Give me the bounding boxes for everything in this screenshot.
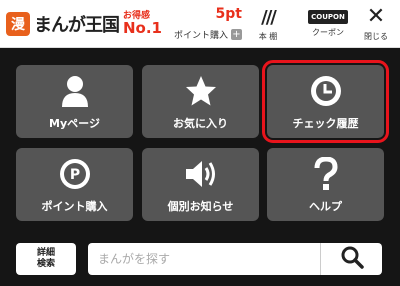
menu-overlay: Myページ お気に入り チェック履歴 P ポイント購入 個別お知らせ ヘルプ 詳… (0, 48, 400, 286)
person-icon (57, 73, 93, 109)
menu-tile-mypage[interactable]: Myページ (16, 65, 133, 138)
search-icon (340, 245, 364, 273)
points-buy-label: ポイント購入 (173, 31, 228, 41)
logo-text: まんが王国 (34, 15, 120, 36)
menu-tile-help[interactable]: ヘルプ (267, 148, 384, 221)
plus-icon: + (231, 29, 242, 40)
points-value: 5pt (215, 6, 242, 22)
search-input[interactable] (88, 243, 320, 275)
points-area: 5pt ポイント購入 + (166, 6, 242, 41)
menu-tile-label: お気に入り (173, 116, 228, 130)
menu-tile-label: ポイント購入 (41, 199, 108, 213)
close-label: 閉じる (364, 32, 388, 41)
site-logo[interactable]: 漫 まんが王国 お得感 No.1 (6, 8, 162, 40)
search-button[interactable] (320, 243, 382, 275)
menu-tile-label: 個別お知らせ (167, 199, 234, 213)
close-button[interactable]: ✕ 閉じる (356, 0, 396, 48)
coupon-label: クーポン (312, 28, 344, 37)
points-buy-link[interactable]: ポイント購入 + (166, 28, 242, 41)
menu-tile-buy-points[interactable]: P ポイント購入 (16, 148, 133, 221)
question-icon (308, 156, 344, 192)
point-coin-icon: P (57, 156, 93, 192)
header: 漫 まんが王国 お得感 No.1 5pt ポイント購入 + /// 本 棚 CO… (0, 0, 400, 48)
menu-tile-label: チェック履歴 (292, 116, 359, 130)
menu-tile-label: Myページ (49, 116, 100, 130)
close-icon: ✕ (366, 4, 386, 29)
badge-big: No.1 (123, 19, 162, 37)
logo-badge: お得感 No.1 (123, 12, 162, 36)
coupon-button[interactable]: COUPON クーポン (302, 0, 354, 48)
menu-tile-favorites[interactable]: お気に入り (142, 65, 259, 138)
bookshelf-label: 本 棚 (258, 31, 278, 41)
speaker-icon (183, 156, 219, 192)
svg-text:P: P (69, 167, 79, 183)
logo-mark-icon: 漫 (6, 12, 30, 36)
clock-icon (308, 73, 344, 109)
menu-tile-notices[interactable]: 個別お知らせ (142, 148, 259, 221)
detail-search-line2: 検索 (36, 259, 55, 269)
menu-tile-history[interactable]: チェック履歴 (262, 60, 389, 143)
detail-search-line1: 詳細 (36, 248, 55, 259)
menu-tile-label: ヘルプ (309, 199, 342, 213)
detail-search-button[interactable]: 詳細 検索 (16, 243, 76, 275)
coupon-icon: COUPON (308, 10, 348, 24)
bookshelf-icon: /// (261, 6, 277, 28)
star-icon (183, 73, 219, 109)
bookshelf-button[interactable]: /// 本 棚 (246, 0, 290, 48)
